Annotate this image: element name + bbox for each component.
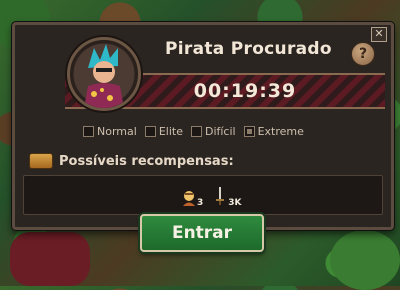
reward-count: 3 <box>197 198 204 208</box>
question-mark-icon: ? <box>358 46 368 62</box>
sword-item-icon <box>216 187 225 205</box>
mode-dificil[interactable]: Difícil <box>190 124 236 138</box>
checkbox-extreme[interactable] <box>243 125 255 137</box>
enter-button[interactable]: Entrar <box>140 214 264 252</box>
difficulty-options: Normal Elite Difícil Extreme <box>83 123 304 139</box>
mode-label: Normal <box>97 124 137 138</box>
pirate-portrait <box>67 37 141 111</box>
scene-character <box>10 232 90 286</box>
mode-label: Difícil <box>204 124 236 138</box>
rewards-label: Possíveis recompensas: <box>59 153 234 169</box>
close-icon: ✕ <box>374 27 384 40</box>
scene-tree <box>330 230 400 290</box>
wanted-pirate-dialog: ✕ 00:19:39 Pirata Procurado ? Normal Eli… <box>12 22 394 230</box>
reward-count: 3K <box>228 198 242 208</box>
checkbox-dificil[interactable] <box>190 125 202 137</box>
help-button[interactable]: ? <box>351 42 375 66</box>
dialog-title: Pirata Procurado <box>165 39 332 59</box>
treasure-chest-icon <box>29 153 53 169</box>
rewards-list: 3 3K <box>23 175 383 215</box>
countdown-timer: 00:19:39 <box>193 80 297 102</box>
mode-elite[interactable]: Elite <box>144 124 183 138</box>
rewards-heading: Possíveis recompensas: <box>29 153 234 169</box>
pirate-avatar-icon <box>84 44 124 108</box>
mode-extreme[interactable]: Extreme <box>243 124 304 138</box>
mode-label: Extreme <box>257 124 304 138</box>
checkbox-elite[interactable] <box>144 125 156 137</box>
close-button[interactable]: ✕ <box>371 27 387 42</box>
character-token-icon <box>183 191 195 206</box>
reward-item[interactable]: 3 <box>180 188 204 208</box>
mode-normal[interactable]: Normal <box>83 125 137 138</box>
mode-label: Elite <box>158 124 183 138</box>
checkbox-normal[interactable] <box>83 125 94 137</box>
reward-item[interactable]: 3K <box>211 186 242 208</box>
